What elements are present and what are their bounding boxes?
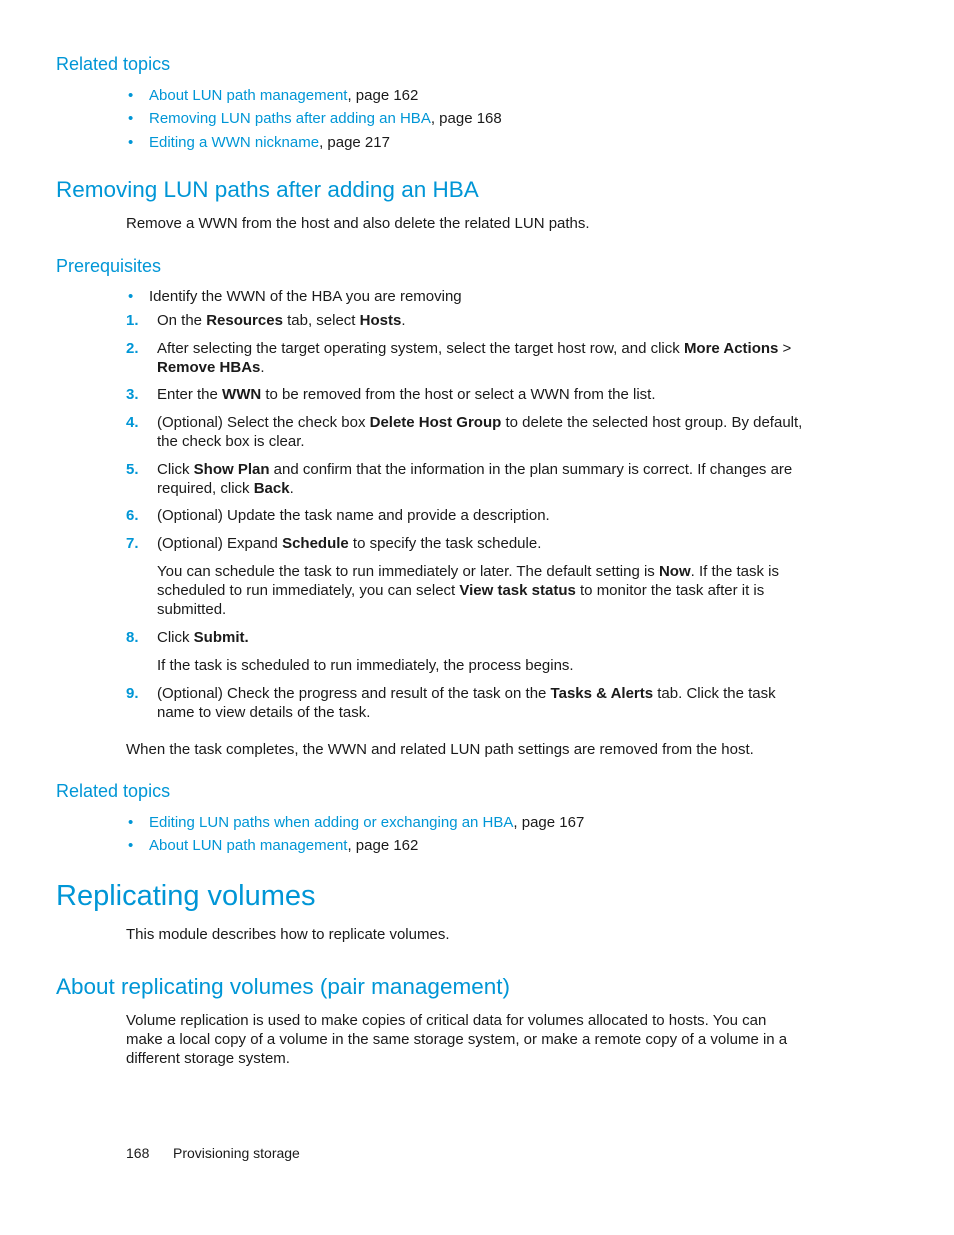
page-reference: , page 162	[347, 837, 419, 854]
page-reference: , page 217	[319, 134, 390, 151]
footer-section-title: Provisioning storage	[173, 1145, 300, 1161]
step-item: 3. Enter the WWN to be removed from the …	[126, 386, 656, 403]
step-number: 4.	[126, 414, 139, 431]
page-reference: , page 162	[347, 87, 419, 104]
chapter-intro: This module describes how to replicate v…	[126, 926, 450, 943]
prerequisites-heading: Prerequisites	[56, 256, 162, 276]
page-reference: , page 167	[513, 814, 585, 831]
bullet-icon: •	[128, 87, 134, 104]
step-number: 6.	[126, 507, 139, 524]
step-item: 5. Click Show Plan and confirm that the …	[126, 461, 793, 497]
bullet-icon: •	[128, 134, 134, 151]
bullet-icon: •	[128, 288, 134, 305]
chapter-heading: Replicating volumes	[56, 880, 316, 912]
link-editing-wwn-nickname[interactable]: Editing a WWN nickname	[149, 134, 319, 151]
step-number: 8.	[126, 629, 139, 646]
bullet-icon: •	[128, 110, 134, 127]
section-intro: Remove a WWN from the host and also dele…	[126, 215, 590, 232]
link-editing-lun-paths[interactable]: Editing LUN paths when adding or exchang…	[149, 814, 513, 831]
bullet-icon: •	[128, 814, 134, 831]
related-topics-heading: Related topics	[56, 781, 171, 801]
step-item: 4. (Optional) Select the check box Delet…	[126, 414, 803, 450]
list-item: • Removing LUN paths after adding an HBA,…	[128, 109, 502, 128]
section-body: Volume replication is used to make copie…	[126, 1012, 788, 1067]
related-topics-heading: Related topics	[56, 54, 171, 74]
list-item: • About LUN path management, page 162	[128, 836, 418, 855]
step-number: 2.	[126, 340, 139, 357]
completion-text: When the task completes, the WWN and rel…	[126, 741, 754, 758]
step-number: 9.	[126, 685, 139, 702]
bullet-icon: •	[128, 837, 134, 854]
step-number: 7.	[126, 535, 139, 552]
step-item: 8. Click Submit.	[126, 629, 249, 646]
page-number: 168	[126, 1145, 150, 1161]
page-reference: , page 168	[430, 110, 502, 127]
step-note: You can schedule the task to run immedia…	[157, 563, 780, 618]
section-heading: Removing LUN paths after adding an HBA	[56, 177, 479, 202]
list-item: • Editing LUN paths when adding or exchan…	[128, 813, 584, 832]
step-number: 3.	[126, 386, 139, 403]
list-item: • About LUN path management, page 162	[128, 86, 418, 105]
list-item: • Identify the WWN of the HBA you are rem…	[128, 287, 462, 306]
step-number: 1.	[126, 312, 139, 329]
step-item: 2. After selecting the target operating …	[126, 340, 792, 376]
step-item: 9. (Optional) Check the progress and res…	[126, 685, 776, 721]
step-note: If the task is scheduled to run immediat…	[157, 657, 574, 674]
section-heading: About replicating volumes (pair manageme…	[56, 974, 510, 999]
step-item: 7. (Optional) Expand Schedule to specify…	[126, 535, 542, 552]
link-removing-lun-paths[interactable]: Removing LUN paths after adding an HBA	[149, 110, 431, 127]
step-item: 1. On the Resources tab, select Hosts.	[126, 312, 406, 329]
prerequisite-text: Identify the WWN of the HBA you are remo…	[149, 288, 462, 305]
link-about-lun-path-management[interactable]: About LUN path management	[149, 87, 347, 104]
step-number: 5.	[126, 461, 139, 478]
link-about-lun-path-management[interactable]: About LUN path management	[149, 837, 347, 854]
step-item: 6. (Optional) Update the task name and p…	[126, 507, 550, 524]
list-item: • Editing a WWN nickname, page 217	[128, 133, 390, 152]
